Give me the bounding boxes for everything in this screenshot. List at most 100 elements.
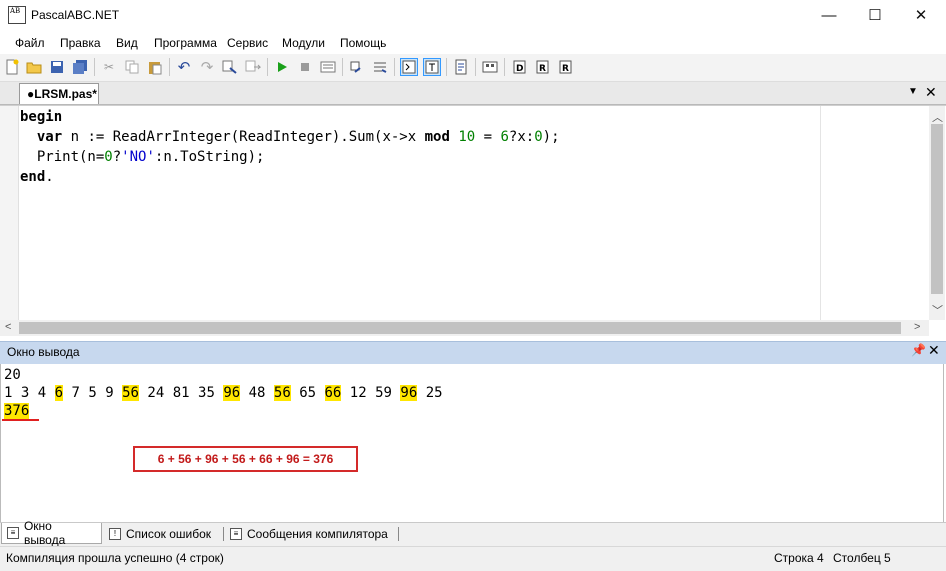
tab-output[interactable]: ≡ Окно вывода [1,519,102,547]
status-row: Строка 4 [774,551,824,565]
output-window-icon: ≡ [7,527,19,539]
output-number: 59 [375,385,392,401]
output-result-value: 376 [4,403,30,419]
console-toggle-icon[interactable] [423,58,441,76]
menu-help[interactable]: Помощь [340,36,386,50]
module-3-icon[interactable]: R [556,58,574,76]
sum-annotation: 6 + 56 + 96 + 56 + 66 + 96 = 376 [133,446,358,472]
tab-error-list-label: Список ошибок [126,526,212,541]
output-number: 3 [20,385,30,401]
code-text: . [45,169,54,185]
code-string: 'NO' [121,149,155,165]
error-list-icon: ! [109,527,121,540]
output-number: 96 [400,385,418,401]
menu-view[interactable]: Вид [116,36,138,50]
app-logo-icon: AB [8,6,26,24]
output-number: 24 [147,385,165,401]
code-keyword: mod [424,129,450,145]
output-number: 81 [172,385,190,401]
output-number: 25 [425,385,443,401]
paste-icon[interactable] [146,58,164,76]
toolbar-separator [94,58,95,76]
tab-compiler-messages-label: Сообщения компилятора [247,526,388,541]
scroll-down-icon[interactable]: ﹀ [932,302,943,318]
save-all-icon[interactable] [71,58,89,76]
run-icon[interactable] [273,58,291,76]
output-number: 35 [198,385,215,401]
menu-edit[interactable]: Правка [60,36,101,50]
stop-icon[interactable] [296,58,314,76]
output-number: 9 [105,385,114,401]
menu-program[interactable]: Программа [154,36,217,50]
maximize-button[interactable]: ☐ [852,0,898,30]
output-panel-header [0,341,946,364]
editor-horizontal-scroll-thumb[interactable] [19,322,901,334]
output-number: 1 [4,385,13,401]
step-into-icon[interactable] [348,58,366,76]
output-number: 56 [122,385,139,401]
code-keyword: var [36,129,63,145]
menu-file[interactable]: Файл [15,36,45,50]
module-1-icon[interactable]: D [510,58,528,76]
tab-compiler-messages[interactable]: ≡ Сообщения компилятора [225,523,395,544]
output-line-numbers: 1 3 4 6 7 5 9 56 24 81 35 96 48 56 65 66… [4,384,443,402]
code-number: 0 [104,149,113,165]
tab-dropdown-icon[interactable]: ▼ [908,86,918,97]
compiler-messages-icon: ≡ [230,527,242,540]
toolbar-separator [342,58,343,76]
breakpoint-icon[interactable] [481,58,499,76]
output-result: 376 [4,402,30,420]
toolbar-separator [504,58,505,76]
pin-icon[interactable]: 📌 [911,343,926,357]
status-message: Компиляция прошла успешно (4 строк) [6,551,224,565]
toolbar-separator [446,58,447,76]
source-code[interactable]: begin var n := ReadArrInteger(ReadIntege… [20,107,560,187]
module-2-icon[interactable]: R [533,58,551,76]
output-close-icon[interactable]: ✕ [928,342,940,359]
find-icon[interactable] [221,58,239,76]
tab-error-list[interactable]: ! Список ошибок [104,523,222,544]
code-text: ?x: [508,129,535,145]
output-number: 66 [324,385,342,401]
editor-file-tab[interactable]: ●LRSM.pas* [19,83,99,104]
code-text: Print(n= [20,149,105,165]
open-icon[interactable] [25,58,43,76]
tab-separator [398,527,399,541]
undo-icon[interactable]: ↶ [175,58,193,76]
menu-service[interactable]: Сервис [227,36,268,50]
code-text: ); [542,129,560,145]
step-over-icon[interactable] [371,58,389,76]
output-toggle-icon[interactable] [400,58,418,76]
minimize-button[interactable]: — [806,0,852,30]
format-icon[interactable] [452,58,470,76]
tab-close-icon[interactable]: ✕ [925,84,937,101]
code-text: ? [112,149,122,165]
debug-icon[interactable] [319,58,337,76]
output-panel-title: Окно вывода [7,345,80,359]
cut-icon[interactable]: ✂ [100,58,118,76]
new-file-icon[interactable] [3,58,21,76]
redo-icon[interactable]: ↷ [198,58,216,76]
editor-margin-line [820,106,821,320]
scroll-left-icon[interactable]: < [5,321,11,333]
save-icon[interactable] [48,58,66,76]
toolbar-separator [394,58,395,76]
toolbar-separator [475,58,476,76]
output-number: 48 [248,385,266,401]
close-button[interactable]: ✕ [898,0,944,30]
output-number: 4 [37,385,47,401]
output-number: 56 [273,385,291,401]
scroll-up-icon[interactable]: ︿ [932,109,943,125]
toolbar-separator [169,58,170,76]
output-number: 12 [349,385,367,401]
result-underline [2,419,39,421]
svg-text:R: R [539,64,546,74]
copy-icon[interactable] [123,58,141,76]
scroll-right-icon[interactable]: > [914,321,920,333]
replace-icon[interactable] [244,58,262,76]
menu-modules[interactable]: Модули [282,36,325,50]
code-number: 10 [458,129,476,145]
output-number: 6 [54,385,64,401]
editor-vertical-scroll-thumb[interactable] [931,124,943,294]
